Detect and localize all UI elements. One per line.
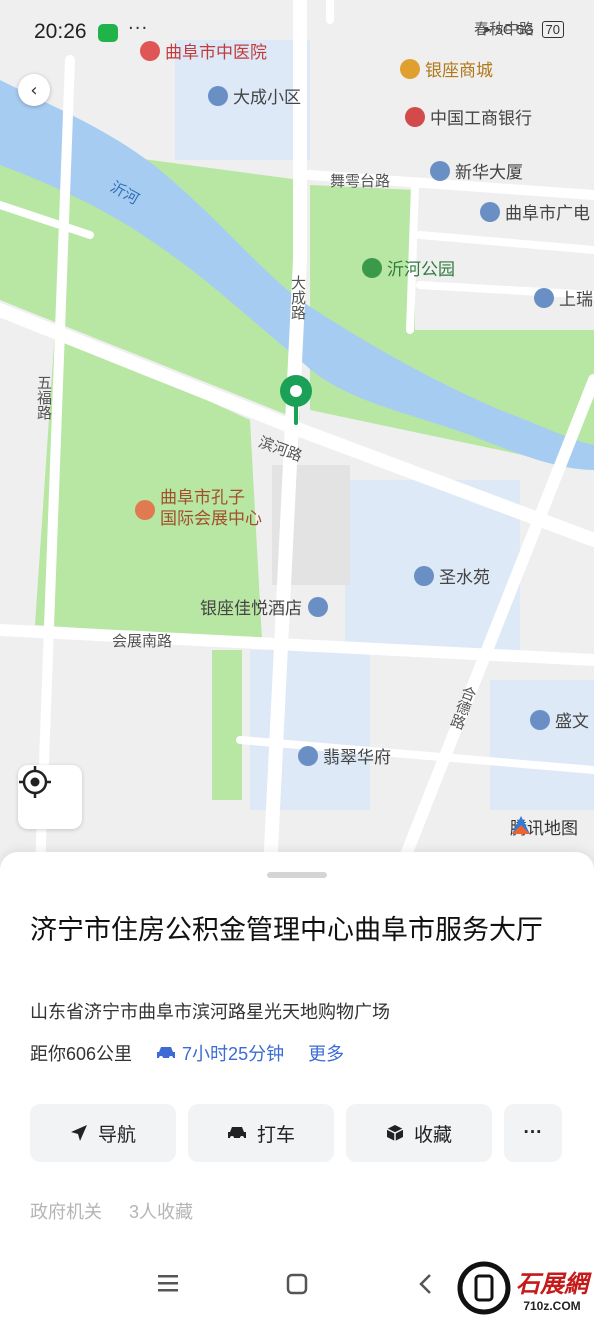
place-address: 山东省济宁市曲阜市滨河路星光天地购物广场 xyxy=(30,1002,390,1022)
poi-yihe-park[interactable]: 沂河公园 xyxy=(362,255,455,280)
road-label-wufu: 五福路 xyxy=(35,375,53,420)
poi-label: 新华大厦 xyxy=(455,163,523,183)
my-location-button[interactable] xyxy=(18,765,82,829)
menu-icon[interactable] xyxy=(156,1272,180,1298)
poi-feicui[interactable]: 翡翠华府 xyxy=(298,743,391,768)
favorites-count: 3人收藏 xyxy=(129,1202,194,1222)
home-icon xyxy=(298,745,318,766)
building-icon xyxy=(430,160,450,181)
poi-dacheng-xiaoqu[interactable]: 大成小区 xyxy=(208,83,301,108)
back-button[interactable]: ‹ xyxy=(18,74,50,106)
poi-shengshuiyuan[interactable]: 圣水苑 xyxy=(414,563,490,588)
clock: 20:26 xyxy=(34,20,87,43)
place-meta: 距你606公里 7小时25分钟 更多 xyxy=(30,1040,344,1066)
box-icon xyxy=(386,1124,404,1142)
poi-label: 沂河公园 xyxy=(387,260,455,280)
poi-label: 翡翠华府 xyxy=(323,748,391,768)
poi-xinhua[interactable]: 新华大厦 xyxy=(430,158,523,183)
shopping-bag-icon xyxy=(400,58,420,79)
drive-time[interactable]: 7小时25分钟 xyxy=(156,1040,284,1066)
favorite-label: 收藏 xyxy=(413,1124,452,1146)
more-link[interactable]: 更多 xyxy=(308,1040,344,1066)
poi-mall[interactable]: 银座商城 xyxy=(400,56,493,81)
home-square-icon[interactable] xyxy=(285,1272,309,1300)
hospital-icon xyxy=(140,40,160,61)
battery-indicator: 70 xyxy=(541,21,564,38)
crosshair-icon xyxy=(19,766,51,798)
poi-label: 曲阜市中医院 xyxy=(165,43,267,63)
road-label-dacheng: 大成路 xyxy=(289,275,307,320)
poi-label: 曲阜市孔子 国际会展中心 xyxy=(160,488,262,530)
place-tags: 政府机关 3人收藏 xyxy=(30,1198,215,1224)
chevron-left-icon: ‹ xyxy=(30,79,38,101)
home-icon xyxy=(530,709,550,730)
bank-icon xyxy=(405,106,425,127)
road-label-wuyun: 舞雩台路 xyxy=(330,172,391,190)
category-tag: 政府机关 xyxy=(30,1202,102,1222)
hotel-icon xyxy=(308,596,328,617)
action-bar: 导航 打车 收藏 ··· xyxy=(30,1104,562,1162)
hotel-icon xyxy=(534,287,554,308)
watermark-name: 石展網 xyxy=(516,1268,588,1298)
road-label-chunqiu: 春秋中路 xyxy=(474,20,535,38)
home-icon xyxy=(414,565,434,586)
building-icon xyxy=(480,201,500,222)
poi-label: 盛文 xyxy=(555,712,589,732)
poi-label: 大成小区 xyxy=(233,88,301,108)
navigation-arrow-icon xyxy=(70,1124,88,1142)
tree-icon xyxy=(362,257,382,278)
taxi-button[interactable]: 打车 xyxy=(188,1104,334,1162)
poi-guangdian[interactable]: 曲阜市广电 xyxy=(480,199,590,224)
navigate-label: 导航 xyxy=(97,1124,136,1146)
map-canvas xyxy=(0,0,594,870)
poi-label: 银座佳悦酒店 xyxy=(200,599,302,619)
drive-time-label: 7小时25分钟 xyxy=(182,1044,285,1064)
poi-label: 银座商城 xyxy=(425,61,493,81)
poi-label-line2: 国际会展中心 xyxy=(160,509,262,529)
poi-label: 曲阜市广电 xyxy=(505,204,590,224)
distance-text: 距你606公里 xyxy=(30,1044,133,1064)
watermark-url: 710z.COM xyxy=(523,1298,581,1313)
venue-icon xyxy=(135,500,155,520)
tencent-map-logo-icon xyxy=(512,816,530,834)
car-icon xyxy=(227,1125,247,1141)
favorite-button[interactable]: 收藏 xyxy=(346,1104,492,1162)
poi-shangrui[interactable]: 上瑞 xyxy=(534,285,593,310)
watermark: 石展網 710z.COM xyxy=(456,1260,588,1316)
navigate-button[interactable]: 导航 xyxy=(30,1104,176,1162)
home-icon xyxy=(208,85,228,106)
map-brand: 腾讯地图 xyxy=(510,814,578,839)
wechat-icon xyxy=(98,24,118,42)
car-icon xyxy=(157,1047,176,1060)
more-notifications-icon: ··· xyxy=(128,18,149,39)
poi-label: 上瑞 xyxy=(559,290,593,310)
poi-label-line1: 曲阜市孔子 xyxy=(160,488,245,508)
taxi-label: 打车 xyxy=(256,1124,295,1146)
more-actions-button[interactable]: ··· xyxy=(504,1104,562,1162)
ellipsis-icon: ··· xyxy=(523,1122,543,1143)
poi-hotel[interactable]: 银座佳悦酒店 xyxy=(200,594,328,619)
poi-shengwen[interactable]: 盛文 xyxy=(530,707,589,732)
map-view[interactable]: 20:26 ··· ➤ 5G 5G 70 ‹ 舞雩台路 大成路 滨河路 五福路 … xyxy=(0,0,594,870)
place-title: 济宁市住房公积金管理中心曲阜市服务大厅 xyxy=(30,915,543,945)
poi-icbc[interactable]: 中国工商银行 xyxy=(405,104,532,129)
poi-expo-center[interactable]: 曲阜市孔子 国际会展中心 xyxy=(135,488,262,530)
poi-hospital[interactable]: 曲阜市中医院 xyxy=(140,38,267,63)
watermark-text: 石展網 710z.COM xyxy=(516,1264,588,1313)
poi-label: 中国工商银行 xyxy=(430,109,532,129)
road-label-huizhan-nan: 会展南路 xyxy=(112,632,173,650)
watermark-logo-icon xyxy=(457,1261,511,1315)
back-chevron-icon[interactable] xyxy=(416,1272,434,1300)
poi-label: 圣水苑 xyxy=(439,568,490,588)
drag-handle[interactable] xyxy=(267,872,327,878)
